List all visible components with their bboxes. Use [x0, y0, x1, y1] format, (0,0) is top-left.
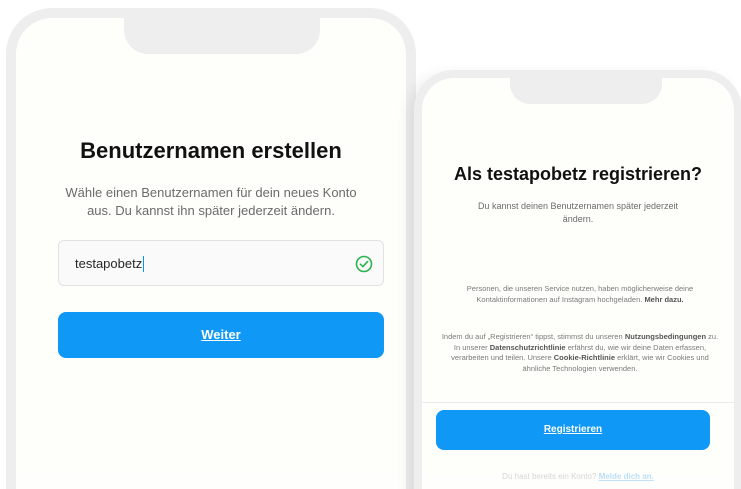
terms-of-use-link[interactable]: Nutzungsbedingungen — [625, 332, 706, 341]
phone-notch — [510, 78, 662, 104]
next-button[interactable]: Weiter — [58, 312, 384, 358]
terms-text: Indem du auf „Registrieren“ tippst, stim… — [438, 332, 722, 374]
bottom-fade — [16, 458, 406, 489]
phone-notch — [124, 18, 320, 54]
page-subtitle: Wähle einen Benutzernamen für dein neues… — [65, 185, 357, 218]
learn-more-link[interactable]: Mehr dazu. — [644, 295, 683, 304]
register-button[interactable]: Registrieren — [436, 410, 710, 450]
page-title: Benutzernamen erstellen — [80, 138, 342, 163]
login-prompt: Du hast bereits ein Konto? Melde dich an… — [422, 472, 734, 481]
terms-text-part: Indem du auf „Registrieren“ tippst, stim… — [441, 332, 623, 341]
divider — [422, 402, 734, 403]
phone-frame-left: Benutzernamen erstellen Wähle einen Benu… — [6, 8, 416, 489]
username-input[interactable]: testapobetz — [58, 240, 384, 286]
phone-frame-right: Als testapobetz registrieren? Du kannst … — [414, 70, 741, 489]
contacts-info-text: Personen, die unseren Service nutzen, ha… — [440, 284, 720, 305]
cookie-policy-link[interactable]: Cookie-Richtlinie — [554, 353, 615, 362]
check-circle-icon — [355, 255, 373, 273]
page-subtitle: Du kannst deinen Benutzernamen später je… — [477, 201, 679, 224]
page-title: Als testapobetz registrieren? — [453, 164, 703, 184]
login-prompt-text: Du hast bereits ein Konto? — [502, 472, 597, 481]
username-input-value: testapobetz — [75, 256, 145, 272]
privacy-policy-link[interactable]: Datenschutzrichtlinie — [490, 343, 566, 352]
login-link[interactable]: Melde dich an. — [599, 472, 654, 481]
